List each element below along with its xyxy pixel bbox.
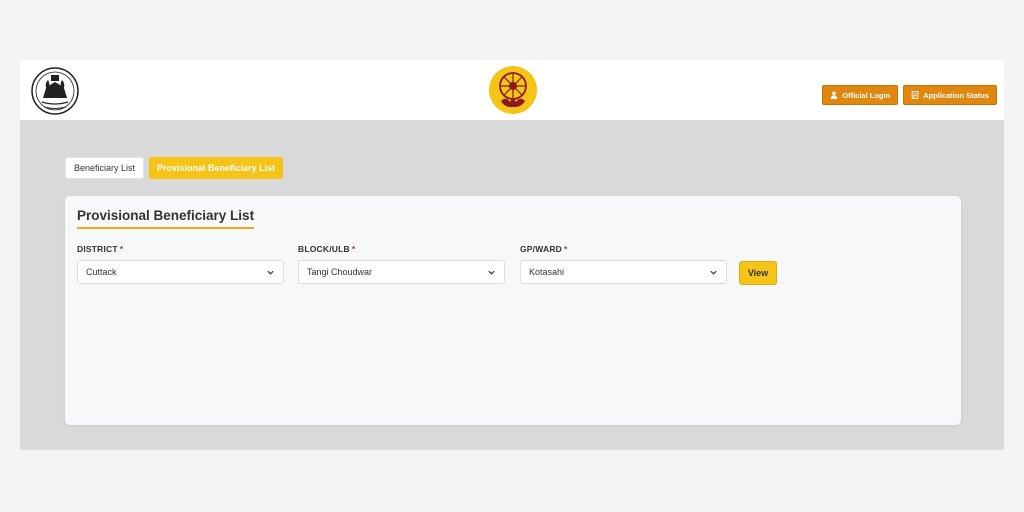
district-label: DISTRICT: [77, 244, 118, 254]
app-frame: Official Login Application Status Benefi…: [20, 60, 1004, 450]
block-ulb-value: Tangi Choudwar: [307, 267, 373, 277]
block-ulb-field: BLOCK/ULB * Tangi Choudwar: [298, 244, 505, 284]
official-login-label: Official Login: [842, 90, 891, 100]
filter-card: Provisional Beneficiary List DISTRICT * C…: [65, 196, 961, 425]
gp-ward-value: Kotasahi: [529, 267, 565, 277]
application-status-label: Application Status: [923, 90, 989, 100]
required-mark: *: [564, 244, 568, 254]
tab-provisional-beneficiary-list[interactable]: Provisional Beneficiary List: [149, 157, 284, 179]
odisha-emblem-icon: [31, 67, 79, 115]
user-icon: [831, 91, 838, 99]
district-select[interactable]: Cuttack: [77, 260, 284, 284]
document-icon: [911, 91, 919, 99]
subhadra-logo-icon: [489, 66, 537, 114]
view-button[interactable]: View: [739, 261, 777, 285]
block-ulb-label: BLOCK/ULB: [298, 244, 350, 254]
chevron-down-icon: [488, 270, 495, 275]
official-login-button[interactable]: Official Login: [822, 85, 899, 105]
page-title: Provisional Beneficiary List: [77, 208, 255, 229]
chevron-down-icon: [710, 270, 717, 275]
tab-beneficiary-list[interactable]: Beneficiary List: [65, 157, 145, 179]
required-mark: *: [351, 244, 356, 254]
district-value: Cuttack: [86, 267, 117, 277]
block-ulb-select[interactable]: Tangi Choudwar: [298, 260, 505, 284]
application-status-button[interactable]: Application Status: [903, 85, 997, 105]
header: Official Login Application Status: [20, 60, 1004, 120]
district-field: DISTRICT * Cuttack: [77, 244, 284, 284]
required-mark: *: [119, 244, 124, 254]
gp-ward-label: GP/WARD: [520, 244, 563, 254]
gp-ward-select[interactable]: Kotasahi: [520, 260, 727, 284]
tab-bar: Beneficiary List Provisional Beneficiary…: [65, 157, 284, 179]
gp-ward-field: GP/WARD * Kotasahi: [520, 244, 727, 284]
chevron-down-icon: [267, 270, 274, 275]
